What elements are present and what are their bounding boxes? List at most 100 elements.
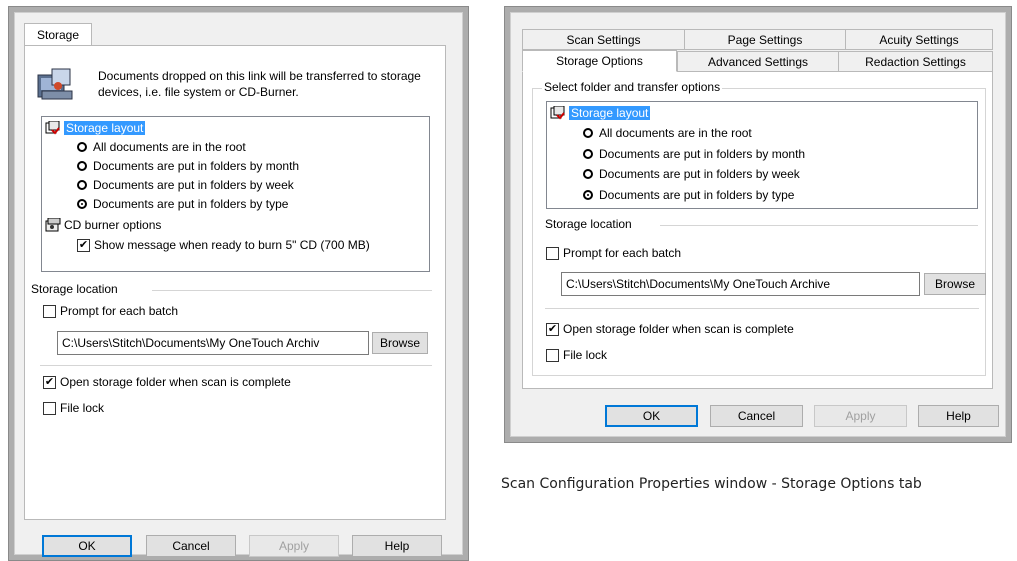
checkbox-unchecked-icon bbox=[43, 304, 56, 318]
radio-label: Documents are put in folders by month bbox=[599, 147, 806, 161]
cancel-button[interactable]: Cancel bbox=[710, 405, 803, 427]
tab-storage-options[interactable]: Storage Options bbox=[522, 50, 677, 72]
tab-advanced-settings[interactable]: Advanced Settings bbox=[677, 51, 839, 72]
cd-burner-icon bbox=[45, 217, 61, 232]
tab-acuity-settings[interactable]: Acuity Settings bbox=[845, 29, 993, 50]
open-folder-label: Open storage folder when scan is complet… bbox=[60, 375, 291, 389]
tab-scan-settings[interactable]: Scan Settings bbox=[522, 29, 685, 50]
radio-label: Documents are put in folders by type bbox=[599, 188, 795, 202]
radio-indicator bbox=[583, 128, 593, 138]
storage-location-divider bbox=[152, 290, 432, 291]
radio-indicator bbox=[583, 149, 593, 159]
tab-label: Acuity Settings bbox=[879, 32, 959, 47]
radio-by-week[interactable]: Documents are put in folders by week bbox=[583, 167, 800, 181]
divider bbox=[545, 308, 979, 309]
tab-label: Page Settings bbox=[727, 32, 803, 47]
help-button[interactable]: Help bbox=[918, 405, 999, 427]
radio-by-week[interactable]: Documents are put in folders by week bbox=[77, 178, 294, 192]
file-lock-checkbox[interactable]: File lock bbox=[546, 348, 607, 362]
cd-burner-node[interactable]: CD burner options bbox=[45, 217, 162, 232]
radio-label: All documents are in the root bbox=[599, 126, 752, 140]
file-lock-label: File lock bbox=[563, 348, 608, 362]
ok-button-label: OK bbox=[642, 409, 661, 423]
radio-indicator bbox=[77, 142, 87, 152]
radio-by-month[interactable]: Documents are put in folders by month bbox=[583, 147, 805, 161]
browse-button-label: Browse bbox=[934, 277, 975, 291]
storage-device-icon bbox=[36, 67, 76, 103]
radio-label: Documents are put in folders by week bbox=[599, 167, 800, 181]
tab-label: Storage Options bbox=[556, 54, 643, 68]
divider bbox=[40, 365, 432, 366]
storage-layout-label: Storage layout bbox=[64, 121, 146, 135]
checkbox-checked-icon: ✔ bbox=[77, 238, 90, 252]
storage-location-heading: Storage location bbox=[543, 217, 634, 231]
storage-location-divider bbox=[660, 225, 978, 226]
storage-layout-label: Storage layout bbox=[569, 106, 651, 120]
prompt-each-batch-label: Prompt for each batch bbox=[563, 246, 682, 260]
help-button-label: Help bbox=[384, 539, 410, 553]
open-folder-checkbox[interactable]: ✔ Open storage folder when scan is compl… bbox=[43, 375, 291, 389]
radio-all-root[interactable]: All documents are in the root bbox=[77, 140, 246, 154]
figure-caption: Scan Configuration Properties window - S… bbox=[501, 476, 922, 492]
radio-by-type[interactable]: Documents are put in folders by type bbox=[77, 197, 288, 211]
radio-indicator-selected bbox=[583, 190, 593, 200]
radio-indicator bbox=[77, 180, 87, 190]
cancel-button-label: Cancel bbox=[172, 539, 210, 553]
storage-layout-icon bbox=[550, 105, 566, 120]
radio-label: Documents are put in folders by type bbox=[93, 197, 289, 211]
storage-path-field[interactable]: C:\Users\Stitch\Documents\My OneTouch Ar… bbox=[57, 331, 369, 355]
browse-button[interactable]: Browse bbox=[924, 273, 986, 295]
radio-label: Documents are put in folders by week bbox=[93, 178, 294, 192]
file-lock-label: File lock bbox=[60, 401, 105, 415]
radio-by-type[interactable]: Documents are put in folders by type bbox=[583, 188, 794, 202]
tab-redaction-settings[interactable]: Redaction Settings bbox=[838, 51, 993, 72]
prompt-each-batch-label: Prompt for each batch bbox=[60, 304, 179, 318]
checkbox-checked-icon: ✔ bbox=[43, 375, 56, 389]
storage-layout-node[interactable]: Storage layout bbox=[45, 120, 146, 135]
open-folder-label: Open storage folder when scan is complet… bbox=[563, 322, 794, 336]
tab-page-settings[interactable]: Page Settings bbox=[684, 29, 846, 50]
radio-indicator-selected bbox=[77, 199, 87, 209]
radio-all-root[interactable]: All documents are in the root bbox=[583, 126, 752, 140]
radio-indicator bbox=[583, 169, 593, 179]
apply-button[interactable]: Apply bbox=[249, 535, 339, 557]
help-button[interactable]: Help bbox=[352, 535, 442, 557]
storage-layout-node[interactable]: Storage layout bbox=[550, 105, 651, 120]
storage-path-field[interactable]: C:\Users\Stitch\Documents\My OneTouch Ar… bbox=[561, 272, 920, 296]
cd-message-checkbox[interactable]: ✔ Show message when ready to burn 5" CD … bbox=[77, 238, 370, 252]
checkbox-unchecked-icon bbox=[546, 246, 559, 260]
radio-label: Documents are put in folders by month bbox=[93, 159, 300, 173]
storage-layout-icon bbox=[45, 120, 61, 135]
tab-label: Scan Settings bbox=[566, 32, 641, 47]
prompt-each-batch-checkbox[interactable]: Prompt for each batch bbox=[43, 304, 178, 318]
checkbox-checked-icon: ✔ bbox=[546, 322, 559, 336]
cancel-button-label: Cancel bbox=[737, 409, 776, 423]
help-button-label: Help bbox=[946, 409, 971, 423]
tab-label: Redaction Settings bbox=[865, 54, 966, 69]
transfer-options-group-title: Select folder and transfer options bbox=[542, 80, 723, 94]
radio-by-month[interactable]: Documents are put in folders by month bbox=[77, 159, 299, 173]
browse-button-label: Browse bbox=[379, 336, 420, 350]
storage-location-heading: Storage location bbox=[29, 282, 120, 296]
apply-button[interactable]: Apply bbox=[814, 405, 907, 427]
ok-button-label: OK bbox=[78, 539, 96, 553]
checkbox-unchecked-icon bbox=[546, 348, 559, 362]
tab-storage-label: Storage bbox=[36, 28, 80, 42]
cd-burner-label: CD burner options bbox=[64, 218, 162, 232]
cancel-button[interactable]: Cancel bbox=[146, 535, 236, 557]
storage-description: Documents dropped on this link will be t… bbox=[98, 69, 421, 99]
apply-button-label: Apply bbox=[845, 409, 876, 423]
cd-message-label: Show message when ready to burn 5" CD (7… bbox=[94, 238, 370, 252]
browse-button[interactable]: Browse bbox=[372, 332, 428, 354]
radio-label: All documents are in the root bbox=[93, 140, 246, 154]
file-lock-checkbox[interactable]: File lock bbox=[43, 401, 104, 415]
checkbox-unchecked-icon bbox=[43, 401, 56, 415]
tab-label: Advanced Settings bbox=[707, 54, 809, 69]
prompt-each-batch-checkbox[interactable]: Prompt for each batch bbox=[546, 246, 681, 260]
apply-button-label: Apply bbox=[278, 539, 310, 553]
tab-storage[interactable]: Storage bbox=[24, 23, 92, 46]
ok-button[interactable]: OK bbox=[605, 405, 698, 427]
radio-indicator bbox=[77, 161, 87, 171]
ok-button[interactable]: OK bbox=[42, 535, 132, 557]
open-folder-checkbox[interactable]: ✔ Open storage folder when scan is compl… bbox=[546, 322, 794, 336]
